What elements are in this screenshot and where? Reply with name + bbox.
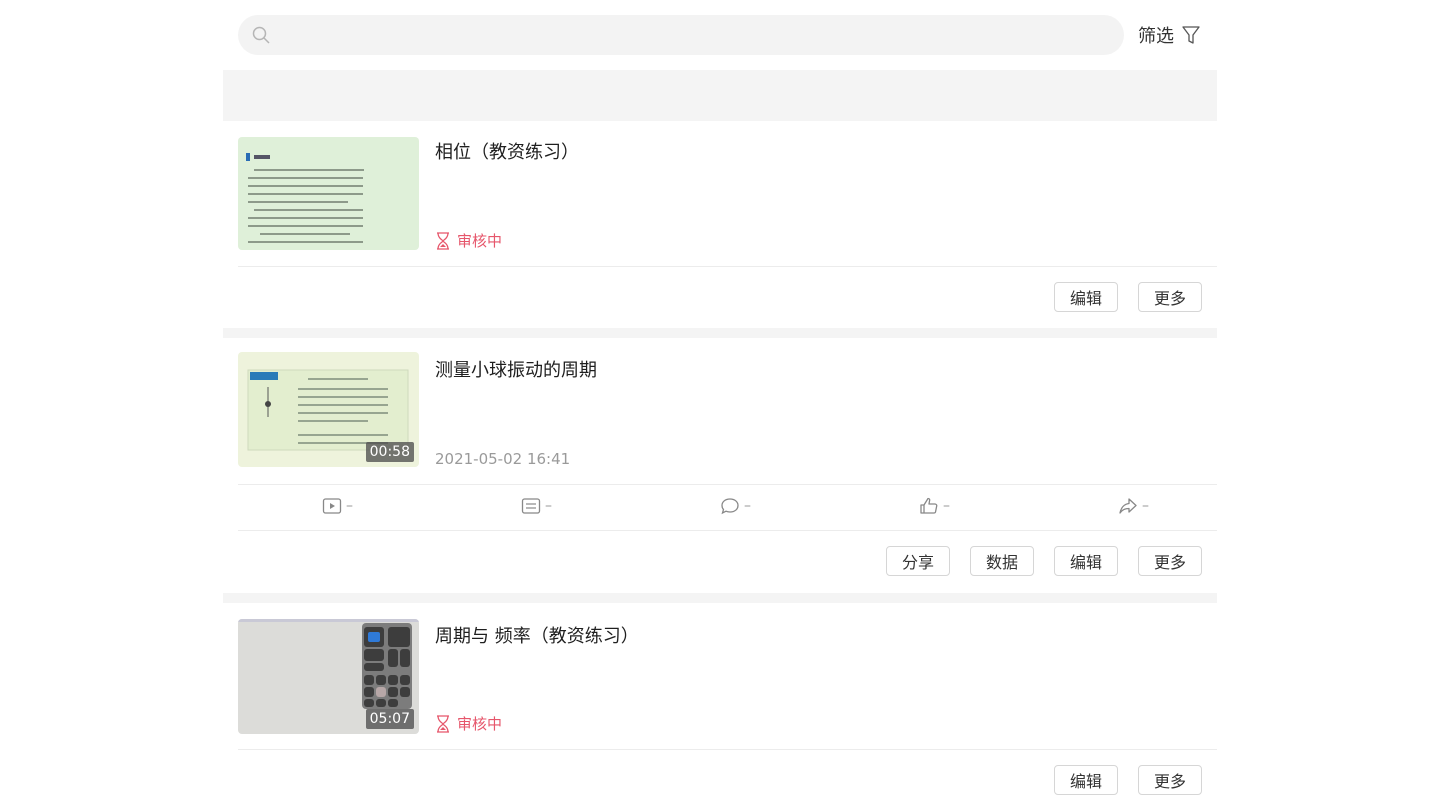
data-button[interactable]: 数据 <box>970 546 1034 576</box>
share-button[interactable]: 分享 <box>886 546 950 576</box>
video-thumbnail[interactable]: 00:58 <box>238 352 419 467</box>
share-count-value: – <box>1142 498 1149 514</box>
comment-icon <box>721 498 739 515</box>
more-button[interactable]: 更多 <box>1138 765 1202 795</box>
comment-count: – <box>720 496 751 516</box>
search-icon <box>252 26 270 44</box>
thumbnail-image <box>246 153 364 243</box>
divider <box>238 266 1217 267</box>
like-count-value: – <box>943 498 950 514</box>
comment-count-value: – <box>744 498 751 514</box>
play-count-value: – <box>346 498 353 514</box>
publish-date: 2021-05-02 16:41 <box>435 450 571 468</box>
more-button[interactable]: 更多 <box>1138 282 1202 312</box>
filter-label: 筛选 <box>1138 26 1174 47</box>
video-duration: 05:07 <box>365 709 414 729</box>
item-title[interactable]: 测量小球振动的周期 <box>435 356 597 382</box>
status-badge: 审核中 <box>435 713 502 734</box>
filter-icon <box>1182 26 1200 44</box>
item-title[interactable]: 周期与 频率（教资练习） <box>435 622 639 648</box>
hourglass-icon <box>437 231 449 250</box>
play-count: – <box>322 496 353 516</box>
video-thumbnail[interactable]: 05:07 <box>238 619 419 734</box>
share-icon <box>1119 498 1137 514</box>
status-label: 审核中 <box>457 715 503 733</box>
edit-button[interactable]: 编辑 <box>1054 282 1118 312</box>
video-duration: 00:58 <box>365 442 414 462</box>
edit-button[interactable]: 编辑 <box>1054 765 1118 795</box>
like-count: – <box>919 496 950 516</box>
edit-button[interactable]: 编辑 <box>1054 546 1118 576</box>
status-label: 审核中 <box>457 232 503 250</box>
list-icon <box>521 498 541 514</box>
video-thumbnail[interactable] <box>238 137 419 250</box>
divider <box>238 530 1217 531</box>
hourglass-icon <box>437 714 449 733</box>
share-count: – <box>1118 496 1149 516</box>
divider <box>238 749 1217 750</box>
status-badge: 审核中 <box>435 230 502 251</box>
section-separator <box>223 593 1217 603</box>
search-bar[interactable] <box>238 15 1124 55</box>
item-title[interactable]: 相位（教资练习） <box>435 138 579 164</box>
filter-button[interactable]: 筛选 <box>1138 22 1200 48</box>
more-button[interactable]: 更多 <box>1138 546 1202 576</box>
list-count: – <box>521 496 552 516</box>
thumbs-up-icon <box>920 497 938 514</box>
list-count-value: – <box>545 498 552 514</box>
play-icon <box>322 498 342 514</box>
divider <box>238 484 1217 485</box>
section-separator <box>223 328 1217 338</box>
header-band <box>223 70 1217 121</box>
